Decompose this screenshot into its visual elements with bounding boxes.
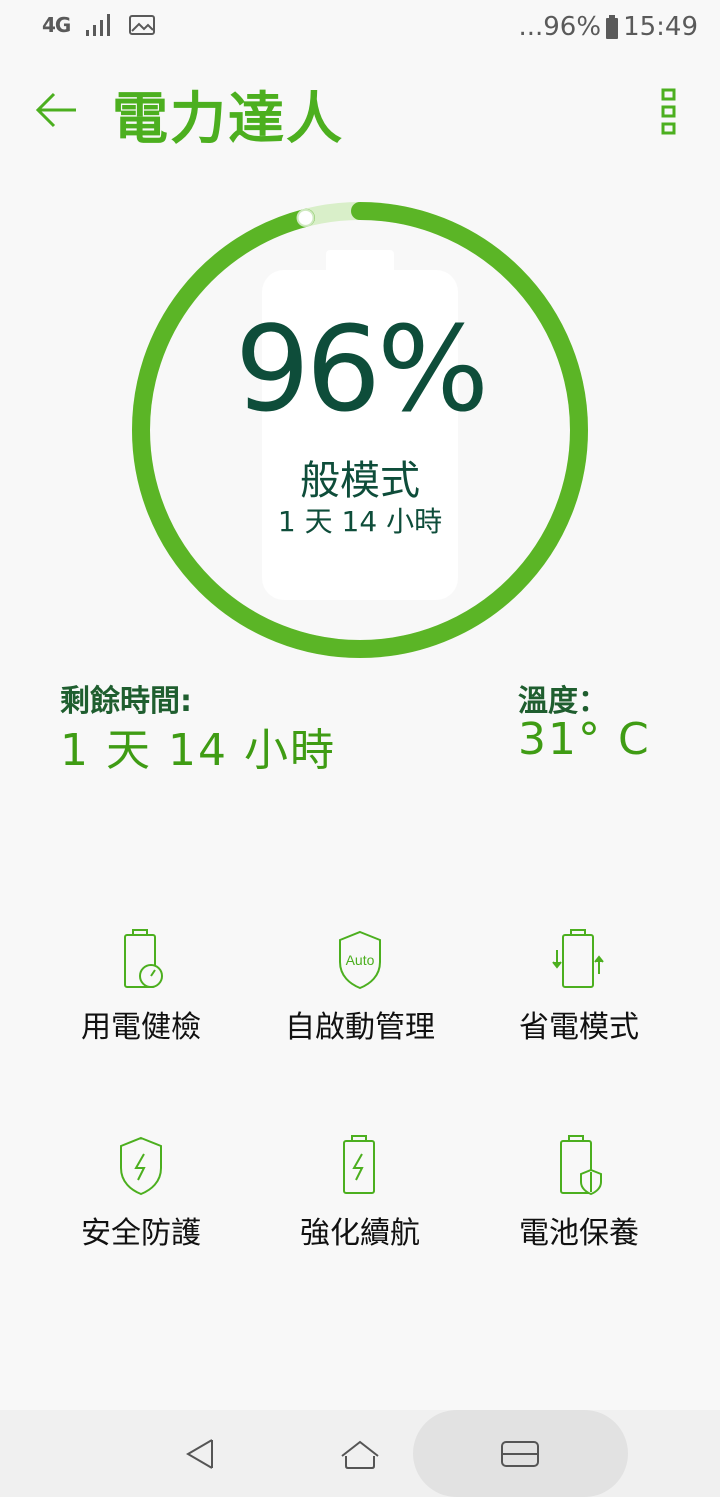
feature-label: 用電健檢	[81, 1010, 201, 1045]
feature-power-saving[interactable]: 省電模式	[464, 928, 694, 1068]
status-bar: 4G ...96% 15:49	[0, 0, 720, 56]
battery-percent-large: 96%	[234, 300, 489, 438]
power-mode-label: 般模式	[300, 458, 420, 504]
feature-label: 自啟動管理	[285, 1010, 435, 1045]
battery-percent: ...96%	[518, 12, 602, 42]
battery-cycle-icon	[552, 929, 604, 988]
battery-shield-icon	[560, 1135, 602, 1196]
nav-back-icon[interactable]	[172, 1432, 232, 1476]
feature-security[interactable]: 安全防護	[26, 1134, 256, 1274]
battery-icon	[606, 15, 619, 39]
nav-recents-icon[interactable]	[490, 1432, 550, 1476]
feature-auto-start[interactable]: Auto 自啟動管理	[245, 928, 475, 1068]
feature-label: 省電模式	[519, 1010, 639, 1045]
battery-bolt-icon	[343, 1135, 375, 1194]
feature-label: 強化續航	[300, 1216, 420, 1251]
gauge-knob	[296, 208, 315, 227]
battery-cap	[326, 250, 394, 274]
app-bar: 電力達人	[0, 60, 720, 160]
svg-text:Auto: Auto	[346, 952, 375, 968]
feature-label: 電池保養	[519, 1216, 639, 1251]
navigation-bar	[0, 1410, 720, 1497]
battery-gauge-icon	[124, 929, 163, 988]
more-options-icon[interactable]	[652, 86, 686, 136]
signal-icon	[86, 14, 111, 36]
feature-label: 安全防護	[81, 1216, 201, 1251]
clock: 15:49	[623, 12, 698, 42]
feature-power-checkup[interactable]: 用電健檢	[26, 928, 256, 1068]
remaining-time-value: 1 天 14 小時	[60, 725, 336, 776]
page-title: 電力達人	[112, 87, 344, 152]
nav-home-icon[interactable]	[330, 1432, 390, 1476]
image-notification-icon	[129, 15, 156, 35]
network-type: 4G	[42, 13, 71, 37]
gauge-remaining-time: 1 天 14 小時	[277, 505, 443, 538]
shield-bolt-icon	[120, 1136, 162, 1196]
feature-endurance[interactable]: 強化續航	[245, 1134, 475, 1274]
temperature-value: 31° C	[518, 714, 651, 765]
back-arrow-icon[interactable]	[30, 84, 82, 136]
auto-shield-icon: Auto	[339, 930, 381, 990]
feature-battery-care[interactable]: 電池保養	[464, 1134, 694, 1274]
